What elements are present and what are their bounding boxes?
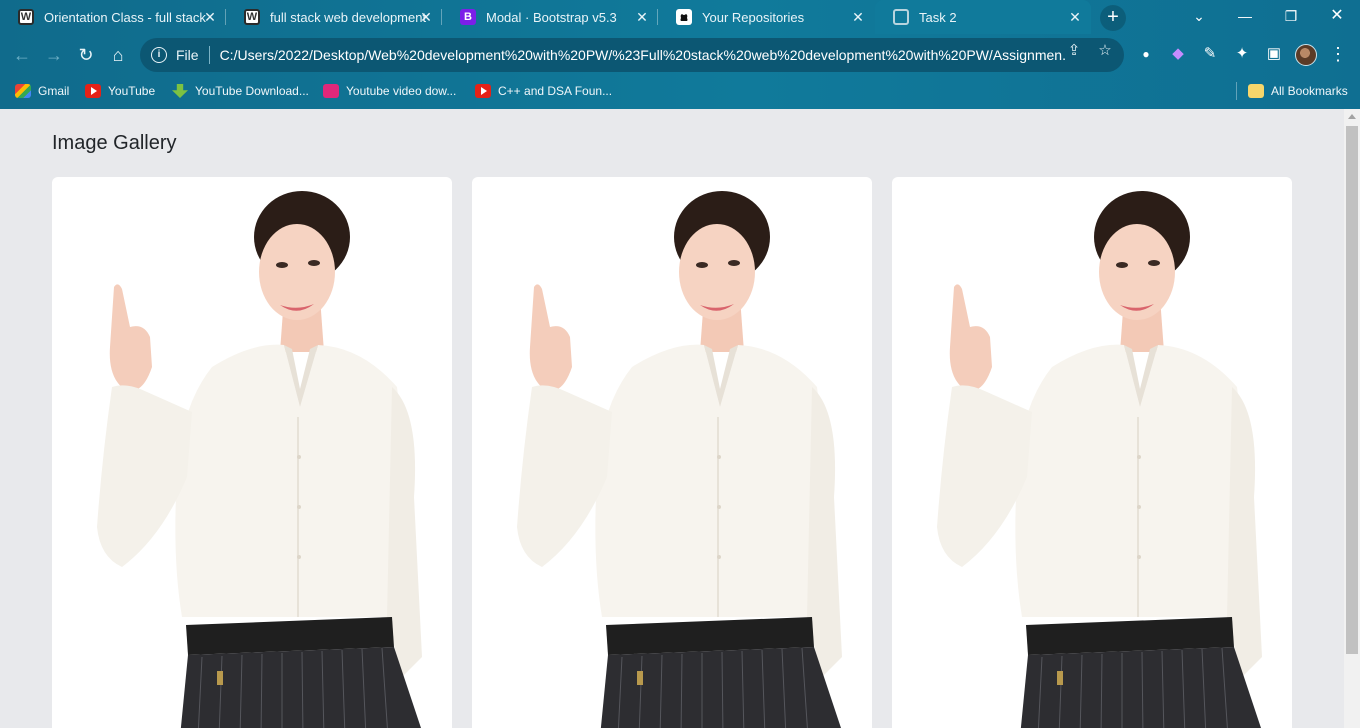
u-icon (323, 84, 339, 98)
scroll-up-arrow-icon[interactable] (1348, 114, 1356, 119)
tab-orientation-class[interactable]: W Orientation Class - full stack ✕ (0, 0, 226, 34)
address-divider (208, 46, 210, 64)
home-button[interactable]: ⌂ (106, 43, 130, 67)
youtube-icon (475, 84, 491, 98)
url-text[interactable]: C:/Users/2022/Desktop/Web%20development%… (220, 47, 1065, 63)
tab-title: full stack web development (270, 9, 427, 25)
browser-chrome: W Orientation Class - full stack ✕ W ful… (0, 0, 1360, 109)
globe-icon (893, 9, 909, 25)
tab-title: Modal · Bootstrap v5.3 (486, 9, 617, 25)
download-icon (172, 84, 188, 98)
close-window-button[interactable]: ✕ (1314, 0, 1360, 34)
extension-puzzle-color-icon[interactable]: ◆ (1168, 44, 1188, 64)
site-info-icon[interactable]: i (151, 47, 167, 63)
folder-icon (1248, 84, 1264, 98)
gallery-card[interactable] (892, 177, 1292, 728)
woman-pointing-up-photo (96, 190, 425, 728)
bookmark-youtube-download[interactable]: YouTube Download... (172, 82, 309, 100)
woman-pointing-up-photo (516, 190, 845, 728)
tab-search-chevron-down-icon[interactable]: ⌄ (1176, 0, 1222, 34)
bookmark-gmail[interactable]: Gmail (15, 82, 69, 100)
tab-task-2[interactable]: Task 2 ✕ (875, 0, 1091, 34)
bookmarks-bar: Gmail YouTube YouTube Download... Youtub… (0, 76, 1360, 106)
bookmark-youtube-video-download[interactable]: Youtube video dow... (323, 82, 456, 100)
more-menu-icon[interactable]: ⋮ (1328, 44, 1348, 64)
vertical-scrollbar[interactable] (1344, 109, 1360, 728)
bookmarks-divider (1236, 82, 1237, 100)
page-viewport: Image Gallery (0, 109, 1344, 728)
side-panel-icon[interactable]: ▣ (1264, 44, 1284, 64)
forward-button[interactable]: → (42, 43, 66, 67)
navigation-toolbar: ← → ↻ ⌂ i File C:/Users/2022/Desktop/Web… (0, 34, 1360, 76)
back-button[interactable]: ← (10, 43, 34, 67)
profile-avatar[interactable] (1295, 44, 1317, 66)
all-bookmarks-label: All Bookmarks (1271, 84, 1348, 98)
github-icon (676, 9, 692, 25)
all-bookmarks-button[interactable]: All Bookmarks (1248, 82, 1348, 100)
bookmark-star-icon[interactable]: ☆ (1096, 42, 1114, 60)
eyedropper-icon[interactable]: ✎ (1200, 44, 1220, 64)
extension-icon[interactable]: ● (1136, 44, 1156, 64)
page-title: Image Gallery (52, 132, 177, 154)
minimize-button[interactable]: — (1222, 0, 1268, 34)
gmail-icon (15, 84, 31, 98)
close-icon[interactable]: ✕ (202, 9, 218, 25)
bookmark-youtube[interactable]: YouTube (85, 82, 155, 100)
bookmark-label: YouTube Download... (195, 84, 309, 98)
tab-full-stack[interactable]: W full stack web development ✕ (226, 0, 442, 34)
youtube-icon (85, 84, 101, 98)
extensions-puzzle-icon[interactable]: ✦ (1232, 44, 1252, 64)
share-icon[interactable]: ⇪ (1065, 42, 1083, 60)
tab-title: Orientation Class - full stack (44, 9, 206, 25)
woman-pointing-up-photo (936, 190, 1265, 728)
restore-button[interactable]: ❐ (1268, 0, 1314, 34)
scheme-label: File (176, 47, 199, 63)
close-icon[interactable]: ✕ (418, 9, 434, 25)
close-icon[interactable]: ✕ (1067, 9, 1083, 25)
gallery-card[interactable] (52, 177, 452, 728)
tab-bootstrap-modal[interactable]: B Modal · Bootstrap v5.3 ✕ (442, 0, 658, 34)
bookmark-cpp-dsa[interactable]: C++ and DSA Foun... (475, 82, 612, 100)
tab-your-repositories[interactable]: Your Repositories ✕ (658, 0, 874, 34)
bookmark-label: C++ and DSA Foun... (498, 84, 613, 98)
bookmark-label: YouTube (108, 84, 156, 98)
gallery-card[interactable] (472, 177, 872, 728)
close-icon[interactable]: ✕ (634, 9, 650, 25)
close-icon[interactable]: ✕ (850, 9, 866, 25)
tab-strip: W Orientation Class - full stack ✕ W ful… (0, 0, 1360, 34)
bootstrap-icon: B (460, 9, 476, 25)
reload-button[interactable]: ↻ (74, 43, 98, 67)
bookmark-label: Gmail (38, 84, 70, 98)
wordpress-icon: W (18, 9, 34, 25)
bookmark-label: Youtube video dow... (346, 84, 457, 98)
address-bar[interactable]: i File C:/Users/2022/Desktop/Web%20devel… (140, 38, 1124, 72)
scrollbar-thumb[interactable] (1346, 126, 1358, 654)
tab-title: Your Repositories (702, 9, 805, 25)
new-tab-button[interactable]: + (1100, 5, 1126, 31)
wordpress-icon: W (244, 9, 260, 25)
tab-title: Task 2 (919, 9, 957, 25)
